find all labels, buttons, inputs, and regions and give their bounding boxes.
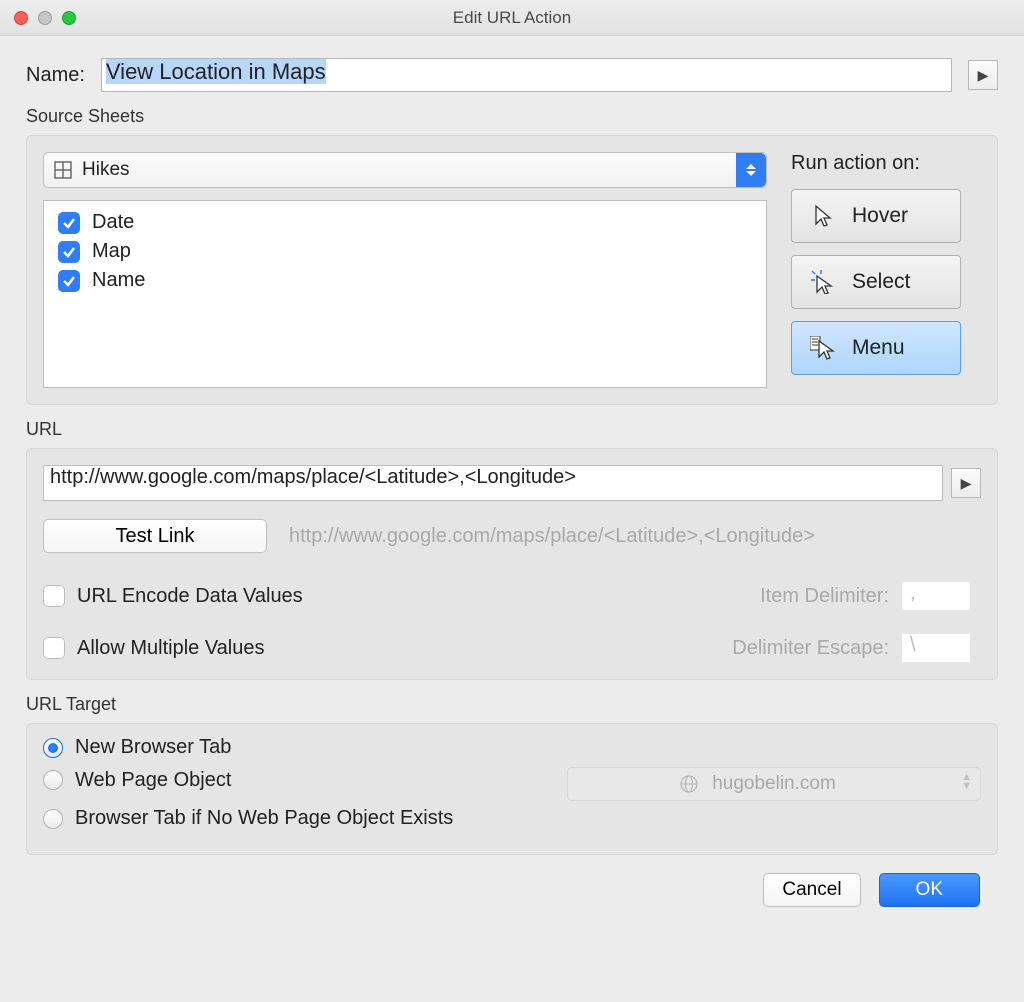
- name-insert-field-button[interactable]: ▶: [968, 60, 998, 90]
- target-fallback-radio[interactable]: Browser Tab if No Web Page Object Exists: [43, 807, 981, 830]
- sheet-label: Map: [92, 240, 131, 263]
- url-target-label: URL Target: [26, 694, 998, 715]
- dashboard-select-value: Hikes: [82, 159, 130, 181]
- target-web-object-radio[interactable]: Web Page Object: [43, 769, 231, 792]
- run-on-select-button[interactable]: Select: [791, 255, 961, 309]
- window-titlebar: Edit URL Action: [0, 0, 1024, 36]
- checkbox-unchecked-icon: [43, 585, 65, 607]
- target-new-tab-radio[interactable]: New Browser Tab: [43, 736, 981, 759]
- sheet-checkbox-name[interactable]: Name: [58, 269, 752, 292]
- play-icon: ▶: [978, 67, 989, 84]
- cancel-button[interactable]: Cancel: [763, 873, 860, 907]
- sheet-label: Name: [92, 269, 145, 292]
- url-encode-checkbox[interactable]: URL Encode Data Values: [43, 585, 732, 608]
- item-delimiter-input: ,: [901, 581, 971, 611]
- checkbox-checked-icon: [58, 212, 80, 234]
- url-value: http://www.google.com/maps/place/<Latitu…: [50, 466, 576, 488]
- run-action-on-label: Run action on:: [791, 152, 981, 175]
- sheet-checklist: Date Map Name: [43, 200, 767, 388]
- radio-unchecked-icon: [43, 770, 63, 790]
- sheet-checkbox-date[interactable]: Date: [58, 211, 752, 234]
- window-title: Edit URL Action: [0, 8, 1024, 28]
- item-delimiter-label: Item Delimiter:: [732, 585, 901, 608]
- delimiter-escape-label: Delimiter Escape:: [732, 637, 901, 660]
- checkbox-checked-icon: [58, 241, 80, 263]
- url-section-label: URL: [26, 419, 998, 440]
- close-window-icon[interactable]: [14, 11, 28, 25]
- run-on-select-label: Select: [852, 270, 910, 294]
- sheet-label: Date: [92, 211, 134, 234]
- source-sheets-label: Source Sheets: [26, 106, 998, 127]
- dashboard-icon: [54, 161, 72, 179]
- run-on-hover-label: Hover: [852, 204, 908, 228]
- run-on-menu-button[interactable]: Menu: [791, 321, 961, 375]
- play-icon: ▶: [961, 475, 972, 492]
- radio-unchecked-icon: [43, 809, 63, 829]
- url-input[interactable]: http://www.google.com/maps/place/<Latitu…: [43, 465, 943, 501]
- sheet-checkbox-map[interactable]: Map: [58, 240, 752, 263]
- name-label: Name:: [26, 64, 85, 87]
- cursor-spark-icon: [810, 270, 836, 294]
- ok-button[interactable]: OK: [879, 873, 980, 907]
- action-name-input[interactable]: View Location in Maps: [101, 58, 952, 92]
- run-on-menu-label: Menu: [852, 336, 905, 360]
- zoom-window-icon[interactable]: [62, 11, 76, 25]
- allow-multiple-values-checkbox[interactable]: Allow Multiple Values: [43, 637, 732, 660]
- target-web-object-label: Web Page Object: [75, 769, 231, 792]
- test-link-button[interactable]: Test Link: [43, 519, 267, 553]
- cursor-icon: [810, 204, 836, 228]
- delimiter-escape-input: \: [901, 633, 971, 663]
- allow-multiple-values-label: Allow Multiple Values: [77, 637, 265, 660]
- dropdown-caret-icon: [736, 153, 766, 187]
- url-encode-label: URL Encode Data Values: [77, 585, 303, 608]
- updown-caret-icon: ▲▼: [961, 773, 972, 791]
- radio-checked-icon: [43, 738, 63, 758]
- url-insert-field-button[interactable]: ▶: [951, 468, 981, 498]
- minimize-window-icon: [38, 11, 52, 25]
- target-new-tab-label: New Browser Tab: [75, 736, 231, 759]
- dashboard-select[interactable]: Hikes: [43, 152, 767, 188]
- url-preview: http://www.google.com/maps/place/<Latitu…: [289, 525, 815, 548]
- web-page-object-select: hugobelin.com ▲▼: [567, 767, 981, 801]
- target-fallback-label: Browser Tab if No Web Page Object Exists: [75, 807, 453, 830]
- globe-icon: [680, 775, 698, 799]
- run-on-hover-button[interactable]: Hover: [791, 189, 961, 243]
- checkbox-checked-icon: [58, 270, 80, 292]
- checkbox-unchecked-icon: [43, 637, 65, 659]
- cursor-menu-icon: [810, 336, 836, 360]
- web-page-object-value: hugobelin.com: [712, 773, 836, 795]
- action-name-value: View Location in Maps: [106, 59, 326, 84]
